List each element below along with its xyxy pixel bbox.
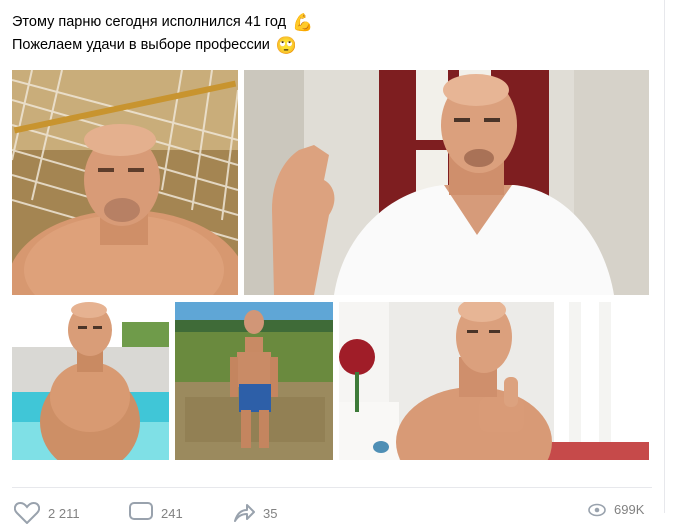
eye-icon: [588, 503, 606, 516]
post-text-line-1-text: Этому парню сегодня исполнился 41 год: [12, 14, 287, 30]
photo-1[interactable]: [12, 70, 238, 295]
photo-2[interactable]: [244, 70, 649, 295]
post-text-line-2-text: Пожелаем удачи в выборе профессии: [12, 37, 270, 53]
photo-5[interactable]: [339, 302, 649, 460]
heart-icon: [14, 502, 40, 524]
eye-roll-emoji: 🙄: [275, 36, 298, 55]
post-text: Этому парню сегодня исполнился 41 год 💪 …: [12, 11, 313, 57]
post-text-line-1: Этому парню сегодня исполнился 41 год 💪: [12, 11, 313, 34]
comment-button[interactable]: 241: [129, 502, 183, 524]
photo-4[interactable]: [175, 302, 333, 460]
share-icon: [234, 504, 255, 522]
views-count: 699K: [614, 502, 645, 517]
like-count: 2 211: [48, 505, 80, 521]
share-count: 35: [263, 505, 278, 521]
like-button[interactable]: 2 211: [14, 502, 80, 524]
views-counter: 699K: [588, 502, 644, 517]
post-actions-bar: 2 211 241 35 699K: [0, 502, 675, 524]
share-button[interactable]: 35: [233, 502, 277, 524]
flexed-biceps-emoji: 💪: [292, 13, 314, 32]
comment-icon: [129, 502, 153, 520]
photo-3[interactable]: [12, 302, 169, 460]
post-footer-divider: [12, 487, 652, 488]
comment-count: 241: [161, 505, 183, 521]
post-text-line-2: Пожелаем удачи в выборе профессии 🙄: [12, 34, 313, 57]
feed-column-border: [664, 0, 665, 513]
